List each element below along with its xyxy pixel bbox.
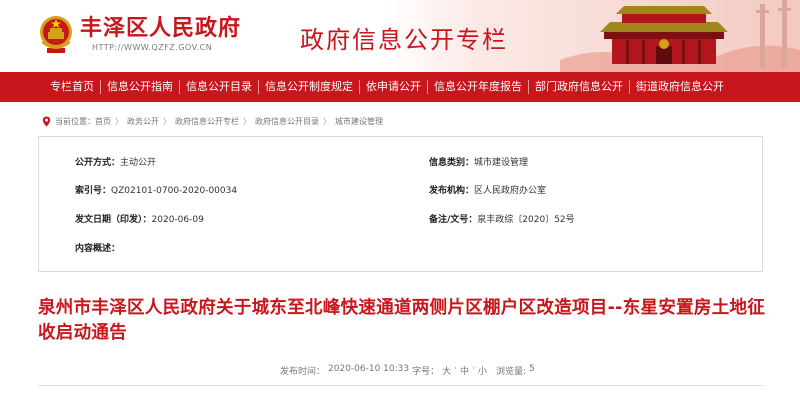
site-header: 丰泽区人民政府 HTTP://WWW.QZFZ.GOV.CN 政府信息公开专栏 — [0, 0, 800, 72]
publisher-label: 发布机构： — [429, 186, 475, 196]
publish-time-value: 2020-06-10 10:33 — [328, 364, 410, 374]
site-url: HTTP://WWW.QZFZ.GOV.CN — [92, 43, 213, 52]
meta-dot: · — [472, 364, 475, 374]
breadcrumb: 当前位置： 首页 〉 政务公开 〉 政府信息公开专栏 〉 政府信息公开目录 〉 … — [42, 114, 383, 128]
publisher-row: 发布机构：区人民政府办公室 — [429, 183, 546, 196]
breadcrumb-separator: 〉 — [115, 116, 123, 126]
index-label: 索引号： — [75, 186, 112, 196]
nav-item-departments[interactable]: 部门政府信息公开 — [529, 72, 629, 102]
breadcrumb-item-home[interactable]: 首页 — [95, 116, 111, 127]
publisher-value: 区人民政府办公室 — [474, 186, 547, 196]
breadcrumb-item-gov-affairs[interactable]: 政务公开 — [127, 116, 159, 127]
index-row: 索引号：QZ02101-0700-2020-00034 — [75, 183, 237, 196]
summary-label: 内容概述： — [75, 244, 121, 254]
nav-item-catalog[interactable]: 信息公开目录 — [180, 72, 258, 102]
category-row: 信息类别：城市建设管理 — [429, 155, 528, 168]
doc-number-row: 备注/文号：泉丰政综〔2020〕52号 — [429, 212, 575, 225]
font-size-small-button[interactable]: 小 — [478, 364, 487, 377]
doc-number-value: 泉丰政综〔2020〕52号 — [477, 215, 575, 225]
views-count: 5 — [528, 364, 535, 374]
breadcrumb-separator: 〉 — [323, 116, 331, 126]
nav-item-home[interactable]: 专栏首页 — [44, 72, 100, 102]
meta-dot: · — [454, 364, 458, 374]
font-size-large-button[interactable]: 大 — [442, 364, 451, 377]
open-method-label: 公开方式： — [75, 158, 121, 168]
category-label: 信息类别： — [429, 158, 475, 168]
publish-time-label: 发布时间： — [280, 367, 326, 377]
main-nav: 专栏首页 信息公开指南 信息公开目录 信息公开制度规定 依申请公开 信息公开年度… — [0, 72, 800, 102]
breadcrumb-prefix: 当前位置： — [55, 116, 95, 126]
content-divider — [38, 385, 763, 386]
date-row: 发文日期（印发）：2020-06-09 — [75, 212, 204, 225]
font-size-label: 字号： — [412, 367, 440, 377]
column-title: 政府信息公开专栏 — [300, 26, 508, 54]
doc-number-label: 备注/文号： — [429, 215, 478, 225]
article-title: 泉州市丰泽区人民政府关于城东至北峰快速通道两侧片区棚户区改造项目--东星安置房土… — [38, 298, 766, 343]
site-name[interactable]: 丰泽区人民政府 — [80, 10, 241, 42]
open-method-value: 主动公开 — [120, 158, 157, 168]
nav-item-guide[interactable]: 信息公开指南 — [101, 72, 179, 102]
location-pin-icon — [42, 116, 51, 126]
nav-item-application[interactable]: 依申请公开 — [360, 72, 427, 102]
breadcrumb-item-column[interactable]: 政府信息公开专栏 — [175, 116, 239, 127]
date-label: 发文日期（印发）： — [75, 215, 152, 225]
breadcrumb-separator: 〉 — [243, 116, 251, 126]
open-method-row: 公开方式：主动公开 — [75, 155, 156, 168]
category-value: 城市建设管理 — [474, 158, 529, 168]
national-emblem-icon — [40, 16, 72, 53]
font-size-medium-button[interactable]: 中 — [460, 364, 469, 377]
nav-item-regulations[interactable]: 信息公开制度规定 — [259, 72, 359, 102]
views-label: 浏览量: — [495, 367, 526, 377]
breadcrumb-item-catalog[interactable]: 政府信息公开目录 — [255, 116, 319, 127]
index-value: QZ02101-0700-2020-00034 — [111, 186, 238, 196]
nav-item-streets[interactable]: 街道政府信息公开 — [630, 72, 730, 102]
tiananmen-banner-image — [560, 0, 800, 72]
date-value: 2020-06-09 — [151, 215, 204, 225]
breadcrumb-item-urban[interactable]: 城市建设管理 — [335, 116, 383, 127]
info-metadata-box: 公开方式：主动公开 信息类别：城市建设管理 索引号：QZ02101-0700-2… — [38, 136, 763, 272]
summary-row: 内容概述： — [75, 241, 120, 254]
nav-item-annual-report[interactable]: 信息公开年度报告 — [428, 72, 528, 102]
breadcrumb-separator: 〉 — [163, 116, 171, 126]
article-meta: 发布时间： 2020-06-10 10:33 字号： 大 · 中 · 小 浏览量… — [280, 364, 538, 377]
